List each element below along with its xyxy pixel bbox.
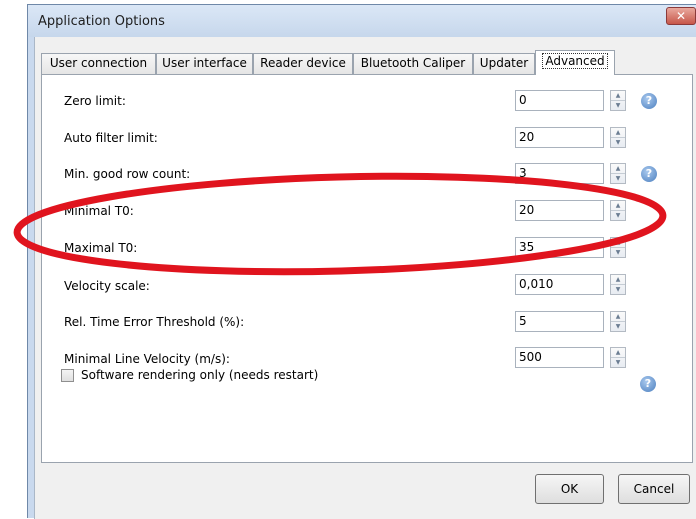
zero-limit-label: Zero limit:: [64, 94, 126, 108]
minimal-line-velocity-label: Minimal Line Velocity (m/s):: [64, 352, 230, 366]
advanced-panel: Zero limit: 0 ▲ ▼ ? Auto filter limit: 20…: [41, 74, 693, 463]
minimal-line-velocity-input[interactable]: 500: [515, 347, 604, 368]
tab-advanced[interactable]: Advanced: [535, 50, 615, 75]
min-good-row-count-input[interactable]: 3: [515, 163, 604, 184]
tab-reader-device[interactable]: Reader device: [253, 53, 353, 74]
minimal-t0-label: Minimal T0:: [64, 204, 134, 218]
software-rendering-checkbox[interactable]: [61, 369, 74, 382]
maximal-t0-label: Maximal T0:: [64, 241, 138, 255]
close-icon: ✕: [675, 9, 687, 23]
spin-down-icon[interactable]: ▼: [611, 138, 625, 148]
velocity-scale-input[interactable]: 0,010: [515, 274, 604, 295]
help-icon[interactable]: ?: [641, 93, 657, 109]
tab-updater[interactable]: Updater: [473, 53, 535, 74]
spin-up-icon[interactable]: ▲: [611, 275, 625, 285]
tab-user-connection[interactable]: User connection: [41, 53, 156, 74]
dialog-client: User connection User interface Reader de…: [34, 37, 696, 519]
minimal-line-velocity-spinner[interactable]: ▲ ▼: [610, 347, 626, 368]
help-icon[interactable]: ?: [641, 166, 657, 182]
spin-up-icon[interactable]: ▲: [611, 128, 625, 138]
auto-filter-limit-input[interactable]: 20: [515, 127, 604, 148]
spin-down-icon[interactable]: ▼: [611, 248, 625, 258]
spin-down-icon[interactable]: ▼: [611, 211, 625, 221]
help-icon[interactable]: ?: [640, 376, 656, 392]
spin-up-icon[interactable]: ▲: [611, 91, 625, 101]
spin-down-icon[interactable]: ▼: [611, 322, 625, 332]
minimal-t0-input[interactable]: 20: [515, 200, 604, 221]
rel-time-error-threshold-input[interactable]: 5: [515, 311, 604, 332]
rel-time-error-threshold-label: Rel. Time Error Threshold (%):: [64, 315, 245, 329]
auto-filter-limit-spinner[interactable]: ▲ ▼: [610, 127, 626, 148]
spin-down-icon[interactable]: ▼: [611, 174, 625, 184]
spin-up-icon[interactable]: ▲: [611, 238, 625, 248]
spin-down-icon[interactable]: ▼: [611, 285, 625, 295]
velocity-scale-spinner[interactable]: ▲ ▼: [610, 274, 626, 295]
spin-up-icon[interactable]: ▲: [611, 201, 625, 211]
rel-time-error-threshold-spinner[interactable]: ▲ ▼: [610, 311, 626, 332]
min-good-row-count-label: Min. good row count:: [64, 167, 191, 181]
zero-limit-input[interactable]: 0: [515, 90, 604, 111]
minimal-t0-spinner[interactable]: ▲ ▼: [610, 200, 626, 221]
maximal-t0-spinner[interactable]: ▲ ▼: [610, 237, 626, 258]
cancel-button[interactable]: Cancel: [618, 474, 690, 504]
spin-down-icon[interactable]: ▼: [611, 358, 625, 368]
ok-button[interactable]: OK: [535, 474, 604, 504]
tab-user-interface[interactable]: User interface: [156, 53, 253, 74]
spin-up-icon[interactable]: ▲: [611, 164, 625, 174]
spin-up-icon[interactable]: ▲: [611, 312, 625, 322]
close-button[interactable]: ✕: [666, 7, 696, 25]
velocity-scale-label: Velocity scale:: [64, 279, 150, 293]
zero-limit-spinner[interactable]: ▲ ▼: [610, 90, 626, 111]
tab-bluetooth-caliper[interactable]: Bluetooth Caliper: [353, 53, 473, 74]
application-options-window: Application Options ✕ User connection Us…: [27, 4, 696, 519]
spin-down-icon[interactable]: ▼: [611, 101, 625, 111]
window-title: Application Options: [38, 14, 165, 29]
title-bar[interactable]: Application Options ✕: [28, 5, 696, 37]
min-good-row-count-spinner[interactable]: ▲ ▼: [610, 163, 626, 184]
spin-up-icon[interactable]: ▲: [611, 348, 625, 358]
auto-filter-limit-label: Auto filter limit:: [64, 131, 158, 145]
maximal-t0-input[interactable]: 35: [515, 237, 604, 258]
software-rendering-label[interactable]: Software rendering only (needs restart): [81, 368, 318, 382]
